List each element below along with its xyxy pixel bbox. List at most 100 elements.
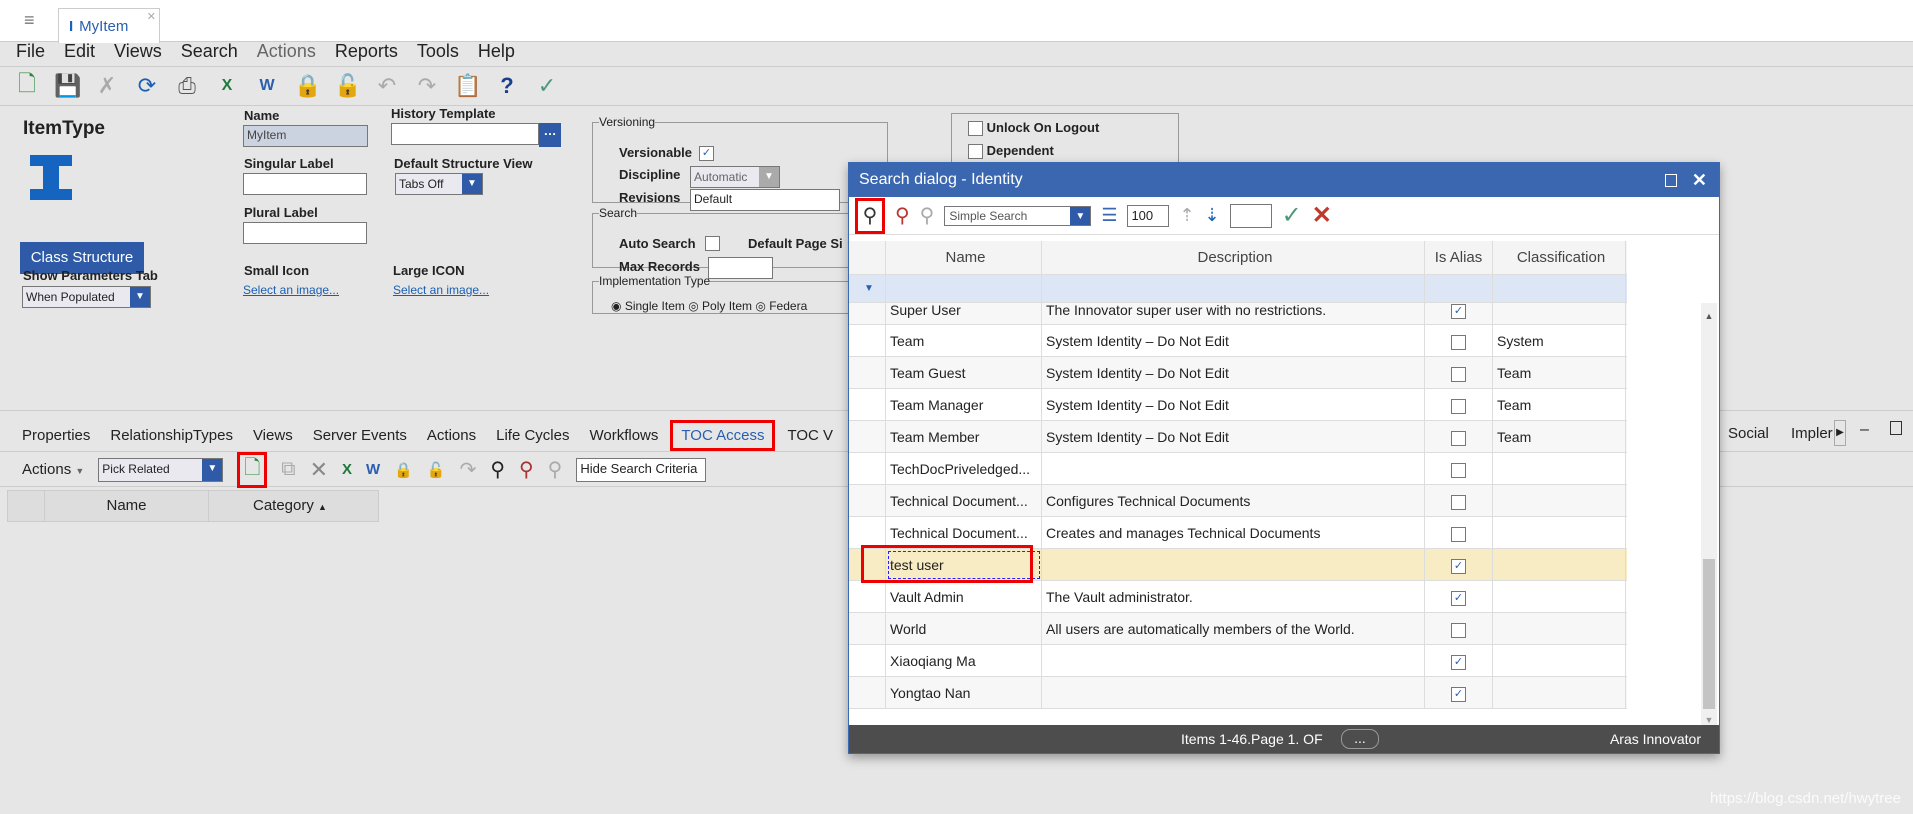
cell-name[interactable]: Team Guest: [886, 357, 1042, 389]
actions-menu[interactable]: Actions ▼: [22, 461, 84, 478]
tabs-scroll-right-button[interactable]: ▶: [1834, 420, 1846, 446]
lock-icon[interactable]: 🔒: [394, 461, 413, 479]
next-page-icon[interactable]: ⇣: [1205, 205, 1220, 226]
cell-name[interactable]: Xiaoqiang Ma: [886, 645, 1042, 677]
paste-icon[interactable]: 📋: [454, 73, 481, 99]
column-classification[interactable]: Classification: [1493, 241, 1626, 275]
unlock-icon[interactable]: 🔓: [334, 73, 361, 99]
done-icon[interactable]: ✓: [534, 73, 560, 99]
single-item-radio[interactable]: ◉: [611, 299, 621, 313]
is-alias-checkbox[interactable]: ✓: [1451, 303, 1466, 319]
structure-view-select[interactable]: Tabs Off ▼: [395, 173, 483, 195]
word-icon[interactable]: W: [254, 77, 280, 95]
table-row[interactable]: World All users are automatically member…: [849, 613, 1627, 645]
vertical-scrollbar[interactable]: ▲ ▼: [1701, 303, 1717, 727]
table-row[interactable]: Super User The Innovator super user with…: [849, 303, 1627, 325]
menu-actions[interactable]: Actions: [257, 41, 316, 62]
pick-icon[interactable]: ⧉: [281, 458, 295, 481]
menu-views[interactable]: Views: [114, 41, 162, 62]
tab-properties[interactable]: Properties: [22, 427, 90, 444]
excel-icon[interactable]: X: [214, 77, 240, 95]
tab-toc-v[interactable]: TOC V: [787, 427, 833, 444]
auto-search-checkbox[interactable]: [705, 236, 720, 251]
promote-icon[interactable]: ↷: [460, 457, 477, 482]
cell-name[interactable]: Vault Admin: [886, 581, 1042, 613]
hide-search-criteria-select[interactable]: Hide Search Criteria: [576, 457, 707, 482]
add-relationship-icon[interactable]: 🗋: [237, 451, 268, 488]
menu-help[interactable]: Help: [478, 41, 515, 62]
menu-tools[interactable]: Tools: [417, 41, 459, 62]
tab-social[interactable]: Social: [1728, 425, 1769, 442]
is-alias-checkbox[interactable]: ✓: [1451, 590, 1466, 606]
column-description[interactable]: Description: [1042, 241, 1425, 275]
refresh-icon[interactable]: ⟳: [134, 73, 160, 99]
new-icon[interactable]: 🗋: [14, 67, 40, 105]
row-selector[interactable]: [849, 357, 886, 389]
promote-icon[interactable]: ↷: [414, 73, 440, 99]
federated-radio[interactable]: ◎: [755, 299, 765, 313]
tab-server-events[interactable]: Server Events: [313, 427, 407, 444]
table-row[interactable]: Team Member System Identity – Do Not Edi…: [849, 421, 1627, 453]
dependent-checkbox[interactable]: [968, 144, 983, 160]
table-row[interactable]: Vault Admin The Vault administrator. ✓: [849, 581, 1627, 613]
tab-life-cycles[interactable]: Life Cycles: [496, 427, 569, 444]
row-selector[interactable]: [849, 325, 886, 357]
table-row[interactable]: Team System Identity – Do Not Edit Syste…: [849, 325, 1627, 357]
excel-icon[interactable]: X: [342, 461, 352, 478]
name-field[interactable]: MyItem: [243, 125, 368, 147]
is-alias-checkbox[interactable]: ✓: [1451, 558, 1466, 574]
filter-classification[interactable]: [1493, 275, 1626, 303]
tab-views[interactable]: Views: [253, 427, 293, 444]
minimize-icon[interactable]: –: [1860, 421, 1869, 439]
unlock-icon[interactable]: 🔓: [427, 461, 446, 479]
is-alias-checkbox[interactable]: [1451, 494, 1466, 510]
filter-name[interactable]: [886, 275, 1042, 303]
ok-icon[interactable]: ✓: [1282, 201, 1302, 230]
table-row[interactable]: Technical Document... Configures Technic…: [849, 485, 1627, 517]
row-selector[interactable]: [849, 677, 886, 709]
cell-name[interactable]: Team Member: [886, 421, 1042, 453]
table-row[interactable]: Team Guest System Identity – Do Not Edit…: [849, 357, 1627, 389]
column-category[interactable]: Category ▲: [253, 491, 327, 522]
lock-icon[interactable]: 🔒: [294, 73, 321, 99]
is-alias-checkbox[interactable]: [1451, 430, 1466, 446]
cell-name[interactable]: Technical Document...: [886, 485, 1042, 517]
maximize-icon[interactable]: [1890, 421, 1902, 435]
is-alias-checkbox[interactable]: [1451, 366, 1466, 382]
cell-name[interactable]: World: [886, 613, 1042, 645]
search-mode-select[interactable]: Simple Search ▼: [944, 205, 1092, 226]
large-icon-select-link[interactable]: Select an image...: [393, 283, 489, 297]
column-name[interactable]: Name: [44, 491, 209, 521]
menu-search[interactable]: Search: [181, 41, 238, 62]
more-pages-button[interactable]: ...: [1341, 729, 1379, 749]
table-row[interactable]: Xiaoqiang Ma ✓: [849, 645, 1627, 677]
is-alias-checkbox[interactable]: [1451, 334, 1466, 350]
row-selector[interactable]: [849, 421, 886, 453]
table-row[interactable]: TechDocPriveledged...: [849, 453, 1627, 485]
previous-page-icon[interactable]: ⇡: [1179, 205, 1194, 226]
history-template-field[interactable]: [391, 123, 539, 145]
saved-search-icon[interactable]: ⚲: [920, 203, 935, 228]
is-alias-checkbox[interactable]: ✓: [1451, 686, 1466, 702]
page-number-field[interactable]: [1229, 203, 1272, 228]
scrollbar-thumb[interactable]: [1703, 559, 1715, 709]
small-icon-select-link[interactable]: Select an image...: [243, 283, 339, 297]
is-alias-checkbox[interactable]: [1451, 398, 1466, 414]
row-selector[interactable]: [849, 453, 886, 485]
tab-implementation[interactable]: Impler: [1791, 425, 1833, 442]
row-selector[interactable]: [849, 485, 886, 517]
poly-item-radio[interactable]: ◎: [688, 299, 698, 313]
page-size-field[interactable]: 100: [1127, 204, 1170, 227]
cell-name[interactable]: Yongtao Nan: [886, 677, 1042, 709]
row-selector[interactable]: [849, 613, 886, 645]
cell-name[interactable]: Team Manager: [886, 389, 1042, 421]
tab-workflows[interactable]: Workflows: [589, 427, 658, 444]
is-alias-checkbox[interactable]: [1451, 526, 1466, 542]
row-selector[interactable]: [849, 581, 886, 613]
undo-icon[interactable]: ↶: [374, 73, 400, 99]
hamburger-menu-icon[interactable]: ≡: [24, 10, 35, 31]
close-icon[interactable]: ✕: [1692, 163, 1707, 197]
run-search-icon[interactable]: ⚲: [855, 197, 885, 234]
clear-search-icon[interactable]: ⚲: [519, 457, 534, 482]
filter-description[interactable]: [1042, 275, 1425, 303]
